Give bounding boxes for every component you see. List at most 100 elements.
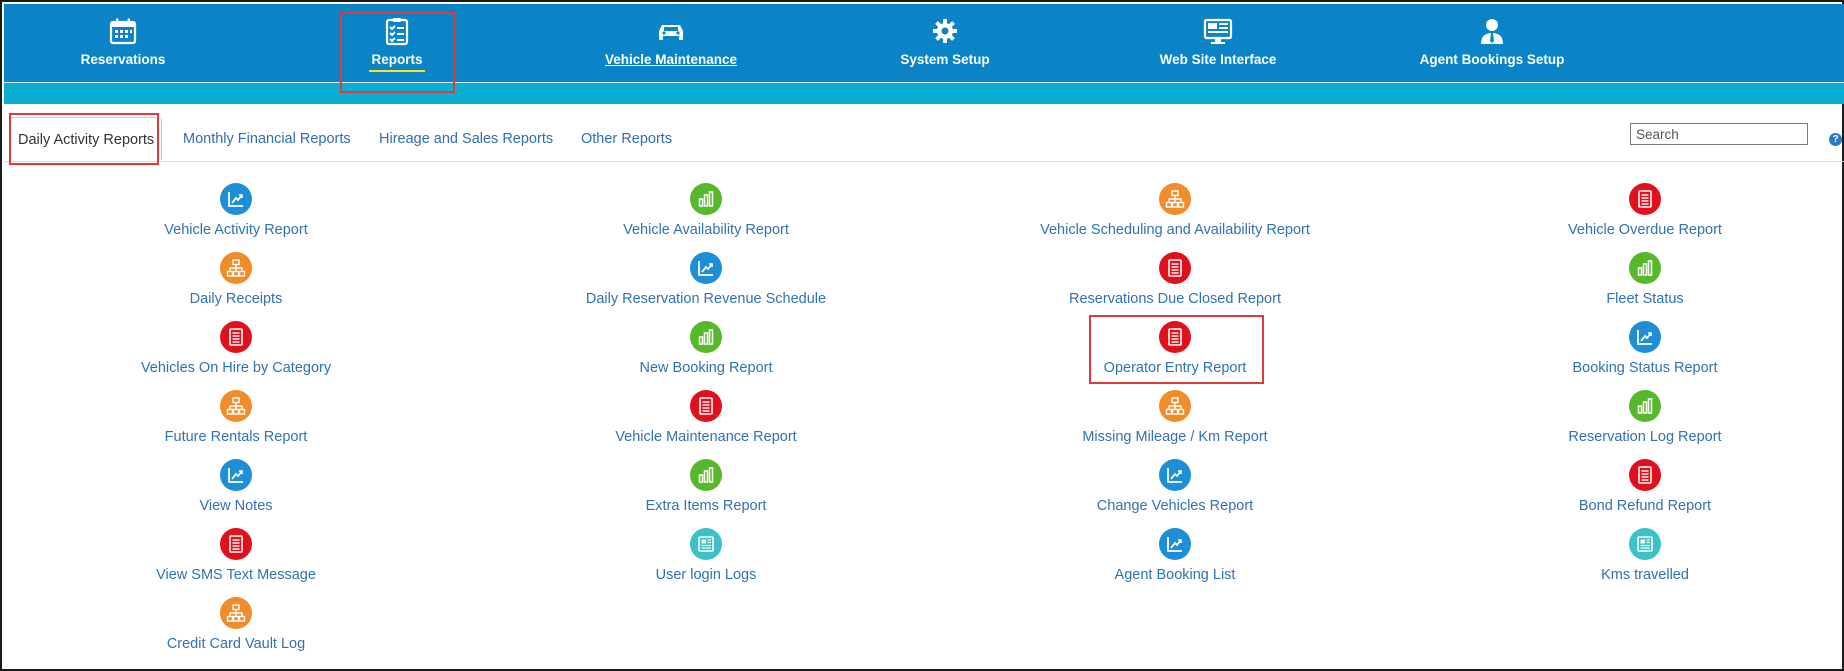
- report-label: Vehicles On Hire by Category: [140, 360, 332, 376]
- report-link-kms-travelled[interactable]: Kms travelled: [1475, 528, 1815, 583]
- report-link-extra-items-report[interactable]: Extra Items Report: [536, 459, 876, 514]
- monitor-icon: [1203, 16, 1233, 46]
- report-label: Daily Receipts: [189, 291, 283, 307]
- hierarchy-icon: [220, 597, 252, 629]
- trend-chart-icon: [1629, 321, 1661, 353]
- tab-other-reports[interactable]: Other Reports: [581, 131, 672, 147]
- report-label: Credit Card Vault Log: [166, 636, 306, 652]
- car-icon: [656, 16, 686, 46]
- document-icon: [1629, 183, 1661, 215]
- checklist-icon: [382, 16, 412, 46]
- report-link-bond-refund-report[interactable]: Bond Refund Report: [1475, 459, 1815, 514]
- help-icon[interactable]: ?: [1829, 133, 1842, 146]
- calendar-icon: [108, 16, 138, 46]
- report-link-daily-receipts[interactable]: Daily Receipts: [66, 252, 406, 307]
- report-link-fleet-status[interactable]: Fleet Status: [1475, 252, 1815, 307]
- nav-item-reports[interactable]: Reports: [317, 2, 477, 80]
- report-label: Vehicle Overdue Report: [1568, 222, 1722, 238]
- document-icon: [1629, 459, 1661, 491]
- report-link-view-sms-text-message[interactable]: View SMS Text Message: [66, 528, 406, 583]
- report-link-view-notes[interactable]: View Notes: [66, 459, 406, 514]
- search-input[interactable]: [1630, 123, 1808, 145]
- report-link-new-booking-report[interactable]: New Booking Report: [536, 321, 876, 376]
- nav-item-label: Agent Bookings Setup: [1419, 52, 1565, 67]
- report-label: Bond Refund Report: [1578, 498, 1712, 514]
- report-link-future-rentals-report[interactable]: Future Rentals Report: [66, 390, 406, 445]
- nav-item-label: Web Site Interface: [1159, 52, 1277, 67]
- nav-item-reservations[interactable]: Reservations: [43, 2, 203, 80]
- report-label: Daily Reservation Revenue Schedule: [585, 291, 827, 307]
- tab-monthly-financial-reports[interactable]: Monthly Financial Reports: [183, 131, 351, 147]
- report-label: Reservations Due Closed Report: [1069, 291, 1281, 307]
- nav-item-agent-bookings-setup[interactable]: Agent Bookings Setup: [1412, 2, 1572, 80]
- document-icon: [220, 321, 252, 353]
- newspaper-icon: [690, 528, 722, 560]
- report-label: New Booking Report: [639, 360, 773, 376]
- document-icon: [690, 390, 722, 422]
- report-link-vehicle-overdue-report[interactable]: Vehicle Overdue Report: [1475, 183, 1815, 238]
- nav-item-system-setup[interactable]: System Setup: [865, 2, 1025, 80]
- report-link-reservation-log-report[interactable]: Reservation Log Report: [1475, 390, 1815, 445]
- bar-chart-icon: [1629, 390, 1661, 422]
- hierarchy-icon: [1159, 183, 1191, 215]
- trend-chart-icon: [690, 252, 722, 284]
- agent-icon: [1477, 16, 1507, 46]
- bar-chart-icon: [690, 321, 722, 353]
- tab-hireage-and-sales-reports[interactable]: Hireage and Sales Reports: [379, 131, 553, 147]
- report-label: Reservation Log Report: [1568, 429, 1722, 445]
- report-label: Vehicle Availability Report: [623, 222, 789, 238]
- report-link-reservations-due-closed-report[interactable]: Reservations Due Closed Report: [1005, 252, 1345, 307]
- report-link-daily-reservation-revenue-schedule[interactable]: Daily Reservation Revenue Schedule: [536, 252, 876, 307]
- trend-chart-icon: [1159, 528, 1191, 560]
- report-label: Kms travelled: [1601, 567, 1689, 583]
- report-link-user-login-logs[interactable]: User login Logs: [536, 528, 876, 583]
- report-link-booking-status-report[interactable]: Booking Status Report: [1475, 321, 1815, 376]
- report-link-change-vehicles-report[interactable]: Change Vehicles Report: [1005, 459, 1345, 514]
- active-nav-indicator: [369, 70, 425, 72]
- tab-daily-activity-reports[interactable]: Daily Activity Reports: [10, 117, 163, 161]
- nav-item-web-site-interface[interactable]: Web Site Interface: [1138, 2, 1298, 80]
- nav-item-label: Vehicle Maintenance: [604, 52, 738, 67]
- report-link-credit-card-vault-log[interactable]: Credit Card Vault Log: [66, 597, 406, 652]
- report-link-vehicle-maintenance-report[interactable]: Vehicle Maintenance Report: [536, 390, 876, 445]
- report-link-vehicle-availability-report[interactable]: Vehicle Availability Report: [536, 183, 876, 238]
- report-link-missing-mileage-km-report[interactable]: Missing Mileage / Km Report: [1005, 390, 1345, 445]
- report-label: User login Logs: [655, 567, 757, 583]
- report-link-vehicle-activity-report[interactable]: Vehicle Activity Report: [66, 183, 406, 238]
- nav-item-label: Reservations: [80, 52, 166, 67]
- report-label: Vehicle Activity Report: [164, 222, 308, 238]
- document-icon: [1159, 321, 1191, 353]
- trend-chart-icon: [220, 459, 252, 491]
- report-label: Vehicle Scheduling and Availability Repo…: [1040, 222, 1310, 238]
- gear-icon: [930, 16, 960, 46]
- document-icon: [220, 528, 252, 560]
- report-label: View Notes: [199, 498, 273, 514]
- report-label: View SMS Text Message: [156, 567, 316, 583]
- bar-chart-icon: [1629, 252, 1661, 284]
- report-label: Operator Entry Report: [1103, 360, 1247, 376]
- report-label: Fleet Status: [1606, 291, 1684, 307]
- report-label: Extra Items Report: [645, 498, 767, 514]
- report-label: Agent Booking List: [1114, 567, 1236, 583]
- report-link-operator-entry-report[interactable]: Operator Entry Report: [1005, 321, 1345, 376]
- report-link-agent-booking-list[interactable]: Agent Booking List: [1005, 528, 1345, 583]
- report-label: Change Vehicles Report: [1096, 498, 1254, 514]
- hierarchy-icon: [1159, 390, 1191, 422]
- trend-chart-icon: [220, 183, 252, 215]
- hierarchy-icon: [220, 252, 252, 284]
- report-link-vehicle-scheduling-and-availability-report[interactable]: Vehicle Scheduling and Availability Repo…: [1005, 183, 1345, 238]
- newspaper-icon: [1629, 528, 1661, 560]
- report-label: Booking Status Report: [1572, 360, 1718, 376]
- report-label: Future Rentals Report: [164, 429, 308, 445]
- trend-chart-icon: [1159, 459, 1191, 491]
- hierarchy-icon: [220, 390, 252, 422]
- nav-item-label: Reports: [371, 52, 423, 67]
- document-icon: [1159, 252, 1191, 284]
- bar-chart-icon: [690, 459, 722, 491]
- nav-item-label: System Setup: [900, 52, 990, 67]
- report-label: Missing Mileage / Km Report: [1082, 429, 1268, 445]
- nav-item-vehicle-maintenance[interactable]: Vehicle Maintenance: [591, 2, 751, 80]
- report-link-vehicles-on-hire-by-category[interactable]: Vehicles On Hire by Category: [66, 321, 406, 376]
- bar-chart-icon: [690, 183, 722, 215]
- report-label: Vehicle Maintenance Report: [615, 429, 797, 445]
